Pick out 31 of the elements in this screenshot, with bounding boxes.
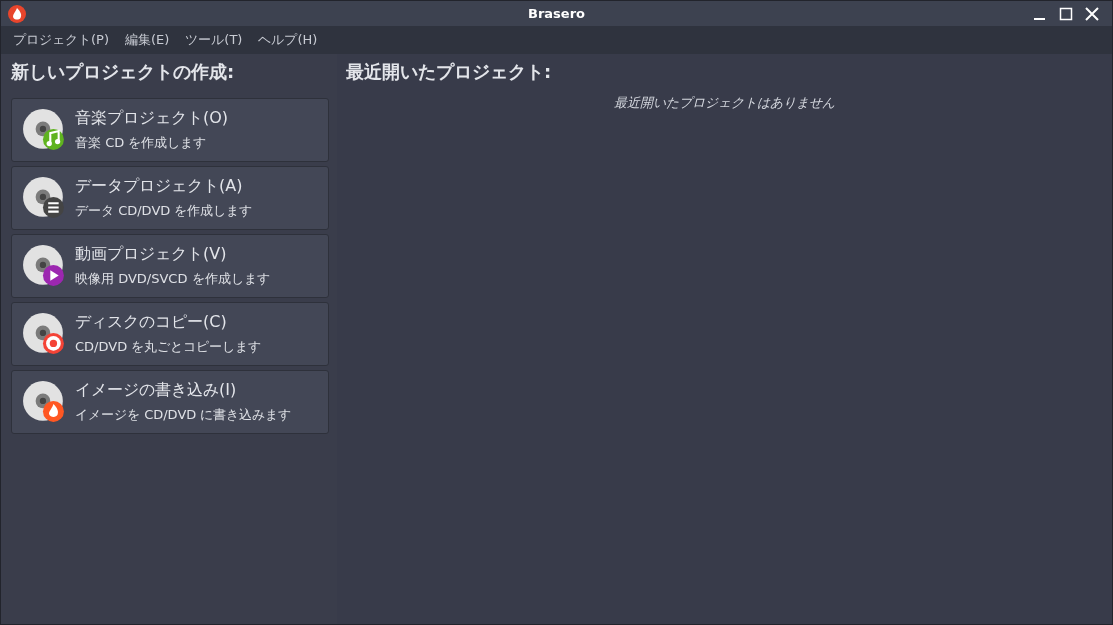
list-icon bbox=[42, 196, 64, 218]
flame-icon bbox=[42, 400, 64, 422]
project-description: 映像用 DVD/SVCD を作成します bbox=[75, 270, 270, 288]
menu-item[interactable]: 編集(E) bbox=[117, 31, 178, 49]
project-button[interactable]: 動画プロジェクト(V) 映像用 DVD/SVCD を作成します bbox=[11, 234, 329, 298]
project-button[interactable]: イメージの書き込み(I) イメージを CD/DVD に書き込みます bbox=[11, 370, 329, 434]
project-button[interactable]: ディスクのコピー(C) CD/DVD を丸ごとコピーします bbox=[11, 302, 329, 366]
maximize-icon[interactable] bbox=[1058, 5, 1074, 22]
project-title: イメージの書き込み(I) bbox=[75, 380, 238, 401]
project-description: イメージを CD/DVD に書き込みます bbox=[75, 406, 292, 424]
menu-item[interactable]: プロジェクト(P) bbox=[5, 31, 117, 49]
menu-item[interactable]: ヘルプ(H) bbox=[250, 31, 326, 49]
project-description: 音楽 CD を作成します bbox=[75, 134, 208, 152]
target-icon bbox=[42, 332, 64, 354]
empty-message: 最近開いたプロジェクトはありません bbox=[614, 94, 835, 112]
music-note-icon bbox=[42, 128, 64, 150]
window-title: Brasero bbox=[528, 6, 585, 21]
play-icon bbox=[42, 264, 64, 286]
flame-logo-icon bbox=[8, 4, 26, 23]
section-heading: 最近開いたプロジェクト: bbox=[346, 60, 553, 84]
project-title: データプロジェクト(A) bbox=[75, 176, 244, 197]
project-description: データ CD/DVD を作成します bbox=[75, 202, 253, 220]
section-heading: 新しいプロジェクトの作成: bbox=[11, 60, 236, 84]
close-icon[interactable] bbox=[1084, 5, 1100, 22]
project-title: 動画プロジェクト(V) bbox=[75, 244, 228, 265]
project-title: ディスクのコピー(C) bbox=[75, 312, 228, 333]
project-description: CD/DVD を丸ごとコピーします bbox=[75, 338, 262, 356]
project-button[interactable]: データプロジェクト(A) データ CD/DVD を作成します bbox=[11, 166, 329, 230]
project-button[interactable]: 音楽プロジェクト(O) 音楽 CD を作成します bbox=[11, 98, 329, 162]
project-title: 音楽プロジェクト(O) bbox=[75, 108, 229, 129]
menu-item[interactable]: ツール(T) bbox=[177, 31, 251, 49]
